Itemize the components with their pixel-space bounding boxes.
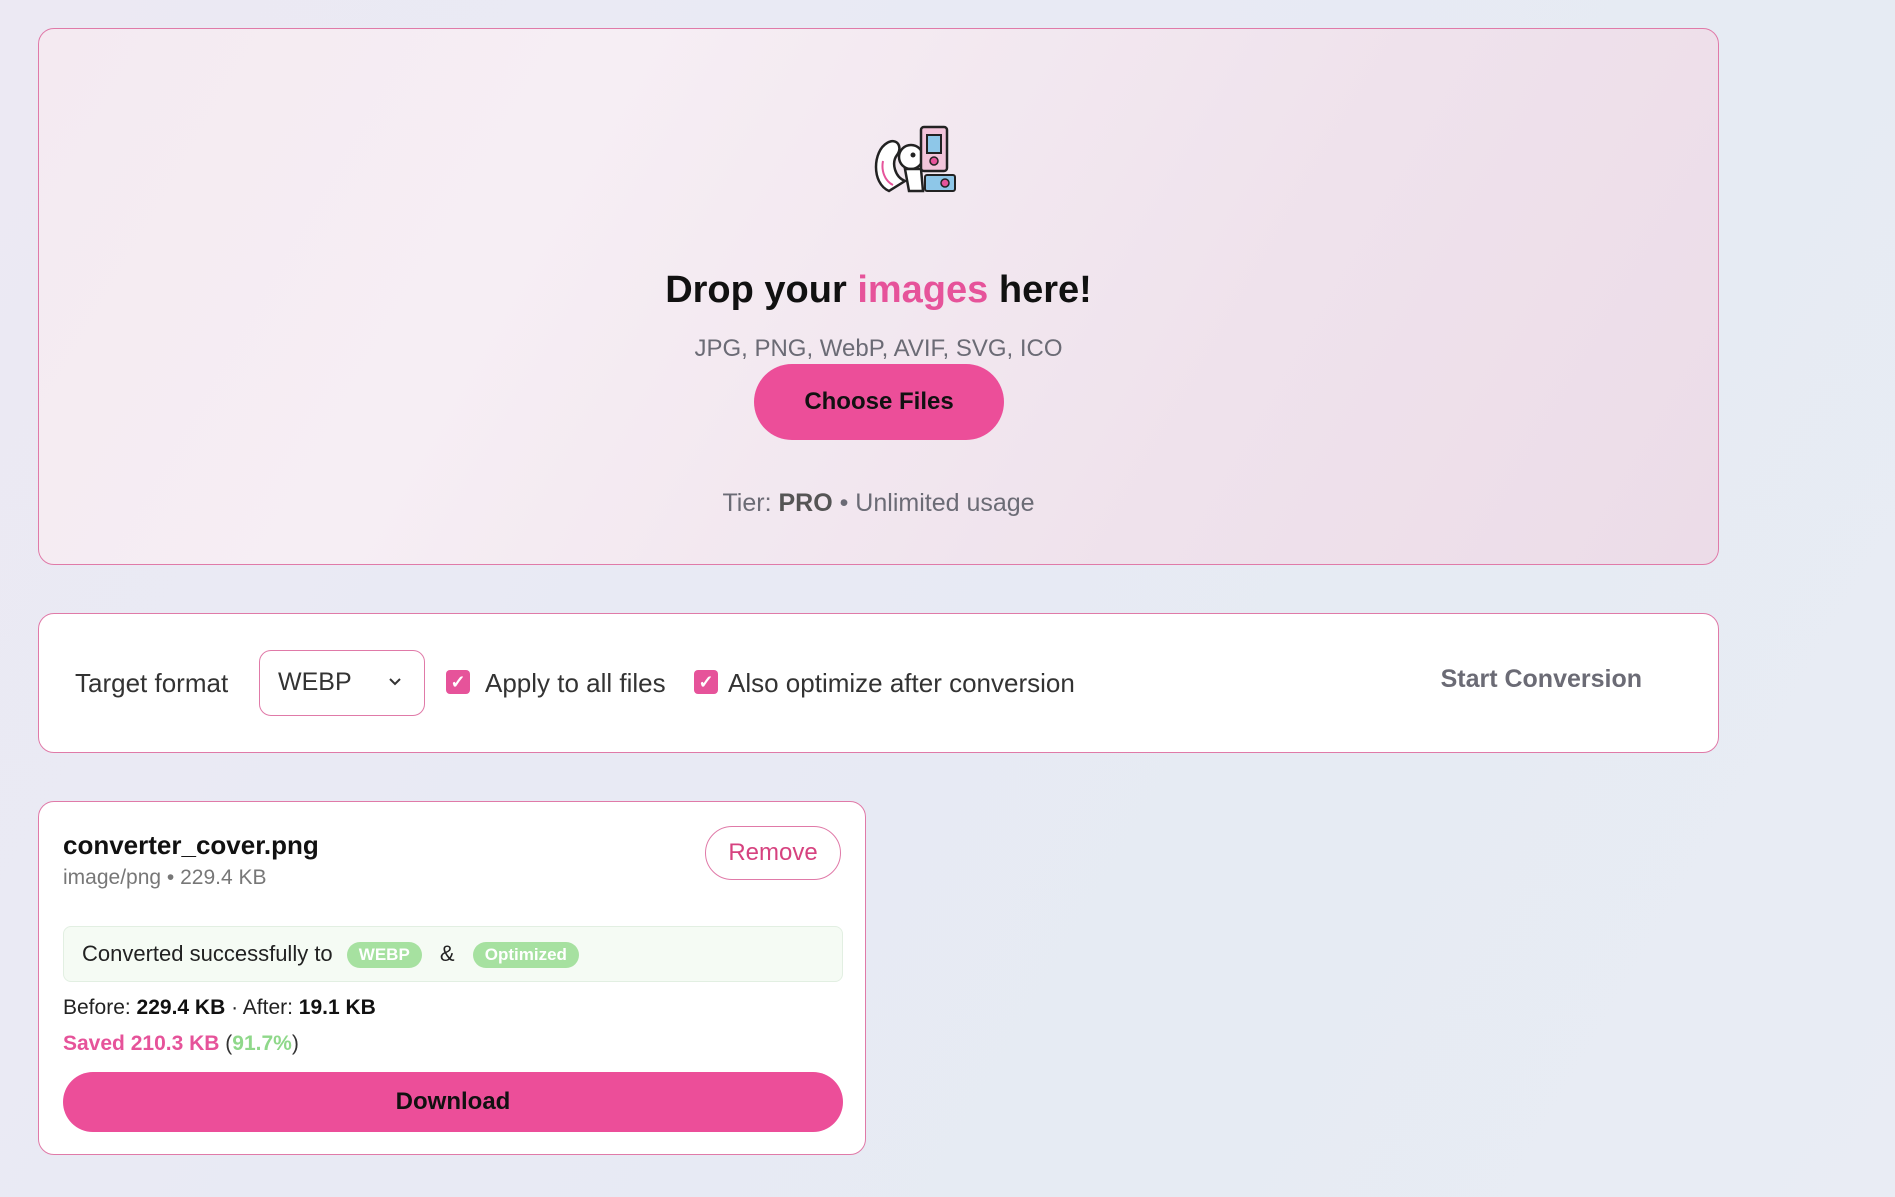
supported-formats: JPG, PNG, WebP, AVIF, SVG, ICO: [694, 335, 1063, 362]
drop-title-start: Drop your: [665, 269, 858, 311]
saved-percent: 91.7%: [232, 1032, 292, 1055]
format-badge: WEBP: [346, 942, 422, 969]
file-name: converter_cover.png: [63, 830, 319, 860]
tier-suffix: • Unlimited usage: [832, 489, 1035, 517]
download-button[interactable]: Download: [63, 1072, 843, 1132]
conversion-options: Target format WEBP ✓ Apply to all files …: [38, 613, 1719, 753]
start-conversion-button[interactable]: Start Conversion: [1435, 664, 1648, 695]
size-comparison: Before: 229.4 KB · After: 19.1 KB: [63, 996, 376, 1020]
target-format-label: Target format: [75, 668, 229, 698]
savings: Saved 210.3 KB (91.7%): [63, 1032, 299, 1055]
drop-title-end: here!: [988, 269, 1092, 311]
file-card: converter_cover.png image/png • 229.4 KB…: [38, 801, 866, 1155]
tier-name: PRO: [778, 489, 833, 517]
saved-amount: Saved 210.3 KB: [63, 1032, 220, 1055]
status-text: Converted successfully to: [82, 941, 333, 966]
conversion-status: Converted successfully to WEBP & Optimiz…: [63, 926, 843, 982]
optimized-badge: Optimized: [472, 942, 579, 969]
choose-files-button[interactable]: Choose Files: [754, 364, 1004, 440]
tier-info: Tier: PRO • Unlimited usage: [39, 489, 1718, 518]
format-select-value: WEBP: [278, 668, 352, 696]
chevron-down-icon: [388, 651, 402, 740]
apply-all-label: Apply to all files: [485, 668, 666, 698]
drop-zone[interactable]: Drop your images here! JPG, PNG, WebP, A…: [38, 28, 1719, 565]
format-select[interactable]: WEBP: [259, 650, 425, 716]
file-meta: image/png • 229.4 KB: [63, 866, 267, 889]
optimize-checkbox[interactable]: ✓: [694, 670, 718, 694]
before-value: 229.4 KB: [136, 996, 226, 1019]
apply-all-checkbox[interactable]: ✓: [446, 670, 470, 694]
after-value: 19.1 KB: [298, 996, 376, 1019]
status-amp: &: [439, 941, 455, 966]
tier-prefix: Tier:: [722, 489, 779, 517]
optimize-label: Also optimize after conversion: [728, 668, 1075, 698]
drop-title: Drop your images here!: [39, 269, 1718, 312]
before-label: Before:: [63, 996, 137, 1019]
drop-title-accent: images: [857, 269, 989, 311]
remove-button[interactable]: Remove: [705, 826, 841, 880]
after-label: · After:: [225, 996, 299, 1019]
squirrel-camera-icon: [874, 125, 956, 193]
